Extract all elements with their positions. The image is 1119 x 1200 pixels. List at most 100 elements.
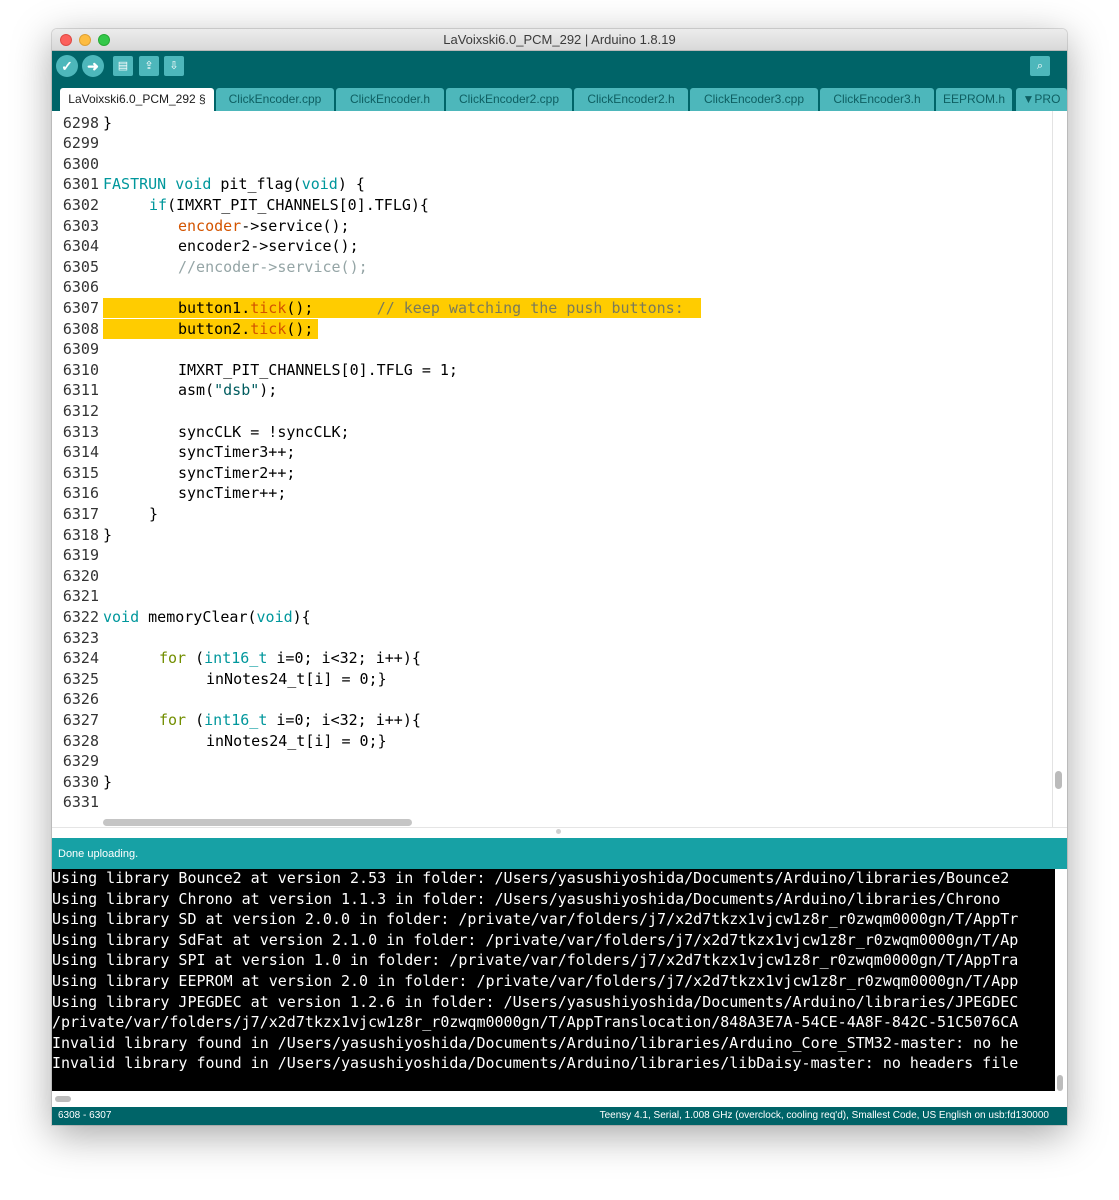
- line-number: 6307: [62, 298, 99, 317]
- console-vertical-scrollbar[interactable]: [1057, 1075, 1063, 1091]
- pane-splitter[interactable]: [52, 827, 1067, 838]
- line-number: 6324: [62, 649, 99, 668]
- code-line: inNotes24_t[i] = 0;}: [206, 669, 387, 688]
- code-line: for (int16_t i=0; i<32; i++){: [159, 649, 421, 668]
- new-sketch-button[interactable]: ▤: [113, 56, 133, 76]
- line-number: 6306: [62, 278, 99, 297]
- console-scrollbar-track: [1055, 869, 1067, 1091]
- code-line: encoder->service();: [178, 216, 350, 235]
- editor-horizontal-scrollbar[interactable]: [103, 819, 412, 826]
- toolbar: ✓ ➜ ▤ ⇪ ⇩ ⌕: [52, 51, 1067, 81]
- editor-scrollbar-track: [1052, 111, 1053, 863]
- console-horizontal-track: [52, 1091, 1067, 1107]
- tab-lavoixski-main[interactable]: LaVoixski6.0_PCM_292 §: [60, 88, 214, 111]
- tab-clickencoder3-h[interactable]: ClickEncoder3.h: [820, 88, 934, 111]
- status-bar: Done uploading.: [52, 838, 1067, 869]
- editor-vertical-scrollbar[interactable]: [1055, 771, 1062, 789]
- console-output[interactable]: Using library Bounce2 at version 2.53 in…: [52, 869, 1055, 1091]
- line-number: 6300: [62, 154, 99, 173]
- console-line: Using library Chrono at version 1.1.3 in…: [52, 889, 1001, 908]
- arrow-right-icon: ➜: [87, 58, 99, 74]
- console-line: Invalid library found in /Users/yasushiy…: [52, 1054, 1019, 1073]
- line-number: 6305: [62, 257, 99, 276]
- line-number: 6304: [62, 237, 99, 256]
- line-number: 6309: [62, 340, 99, 359]
- tab-more-dropdown[interactable]: ▼PRO: [1016, 88, 1067, 111]
- line-number: 6316: [62, 484, 99, 503]
- line-number-gutter: 6298 6299 6300 6301 6302 6303 6304 6305 …: [52, 111, 100, 863]
- console-line: Using library SD at version 2.0.0 in fol…: [52, 910, 1019, 929]
- arrow-up-icon: ⇪: [144, 60, 154, 72]
- code-line: IMXRT_PIT_CHANNELS[0].TFLG = 1;: [178, 360, 458, 379]
- code-line: }: [149, 504, 159, 523]
- tab-eeprom-h[interactable]: EEPROM.h: [936, 88, 1012, 111]
- console-line: Using library SdFat at version 2.1.0 in …: [52, 930, 1019, 949]
- line-number: 6314: [62, 443, 99, 462]
- code-line: }: [103, 113, 113, 132]
- line-number: 6308: [62, 319, 99, 338]
- console-line: Invalid library found in /Users/yasushiy…: [52, 1033, 1019, 1052]
- line-number: 6327: [62, 710, 99, 729]
- title-bar: LaVoixski6.0_PCM_292 | Arduino 1.8.19: [52, 29, 1067, 51]
- line-number: 6301: [62, 175, 99, 194]
- serial-monitor-button[interactable]: ⌕: [1030, 56, 1050, 76]
- line-number: 6326: [62, 690, 99, 709]
- code-line: FASTRUN void pit_flag(void) {: [103, 175, 365, 194]
- tab-clickencoder-h[interactable]: ClickEncoder.h: [336, 88, 444, 111]
- line-number: 6311: [62, 381, 99, 400]
- save-sketch-button[interactable]: ⇩: [164, 56, 184, 76]
- status-message: Done uploading.: [58, 848, 139, 860]
- line-number: 6325: [62, 669, 99, 688]
- line-number: 6310: [62, 360, 99, 379]
- line-number: 6323: [62, 628, 99, 647]
- splitter-handle-icon: [556, 829, 561, 834]
- line-number: 6302: [62, 195, 99, 214]
- console-line: Using library Bounce2 at version 2.53 in…: [52, 869, 1010, 887]
- line-number: 6312: [62, 401, 99, 420]
- line-number: 6299: [62, 134, 99, 153]
- code-area[interactable]: } FASTRUN void pit_flag(void) { if(IMXRT…: [103, 111, 1053, 863]
- line-number: 6322: [62, 607, 99, 626]
- code-line: for (int16_t i=0; i<32; i++){: [159, 710, 421, 729]
- line-number: 6319: [62, 546, 99, 565]
- code-line: inNotes24_t[i] = 0;}: [206, 731, 387, 750]
- checkmark-icon: ✓: [61, 58, 73, 74]
- line-number: 6317: [62, 504, 99, 523]
- line-number: 6329: [62, 752, 99, 771]
- tab-clickencoder3-cpp[interactable]: ClickEncoder3.cpp: [690, 88, 818, 111]
- tab-clickencoder2-cpp[interactable]: ClickEncoder2.cpp: [446, 88, 572, 111]
- board-info: Teensy 4.1, Serial, 1.008 GHz (overclock…: [599, 1110, 1049, 1121]
- code-line: asm("dsb");: [178, 381, 278, 400]
- line-number: 6331: [62, 793, 99, 812]
- upload-button[interactable]: ➜: [82, 55, 104, 77]
- code-line: encoder2->service();: [178, 237, 359, 256]
- line-number: 6330: [62, 772, 99, 791]
- verify-button[interactable]: ✓: [56, 55, 78, 77]
- window-title: LaVoixski6.0_PCM_292 | Arduino 1.8.19: [443, 32, 676, 47]
- console-horizontal-scrollbar[interactable]: [55, 1096, 71, 1102]
- cursor-line-range: 6308 - 6307: [58, 1110, 112, 1121]
- code-line: //encoder->service();: [178, 257, 368, 276]
- console-line: Using library EEPROM at version 2.0 in f…: [52, 972, 1019, 990]
- highlighted-code-line: button2.tick();: [103, 318, 318, 340]
- line-number: 6303: [62, 216, 99, 235]
- document-icon: ▤: [117, 60, 129, 72]
- footer-bar: 6308 - 6307 Teensy 4.1, Serial, 1.008 GH…: [52, 1107, 1067, 1125]
- code-line: syncTimer++;: [178, 484, 287, 503]
- open-sketch-button[interactable]: ⇪: [139, 56, 159, 76]
- tab-clickencoder-cpp[interactable]: ClickEncoder.cpp: [216, 88, 334, 111]
- arduino-ide-window: LaVoixski6.0_PCM_292 | Arduino 1.8.19 ✓ …: [52, 29, 1067, 1125]
- tab-bar: LaVoixski6.0_PCM_292 § ClickEncoder.cpp …: [52, 81, 1067, 111]
- console-line: Using library JPEGDEC at version 1.2.6 i…: [52, 992, 1019, 1011]
- code-line: syncTimer2++;: [178, 463, 296, 482]
- code-editor[interactable]: 6298 6299 6300 6301 6302 6303 6304 6305 …: [52, 111, 1067, 863]
- line-number: 6313: [62, 422, 99, 441]
- console-line: /private/var/folders/j7/x2d7tkzx1vjcw1z8…: [52, 1013, 1019, 1032]
- line-number: 6315: [62, 463, 99, 482]
- code-line: syncCLK = !syncCLK;: [178, 422, 350, 441]
- line-number: 6328: [62, 731, 99, 750]
- console-line: Using library SPI at version 1.0 in fold…: [52, 951, 1019, 970]
- code-line: }: [103, 525, 113, 544]
- tab-clickencoder2-h[interactable]: ClickEncoder2.h: [574, 88, 688, 111]
- code-line: void memoryClear(void){: [103, 607, 311, 626]
